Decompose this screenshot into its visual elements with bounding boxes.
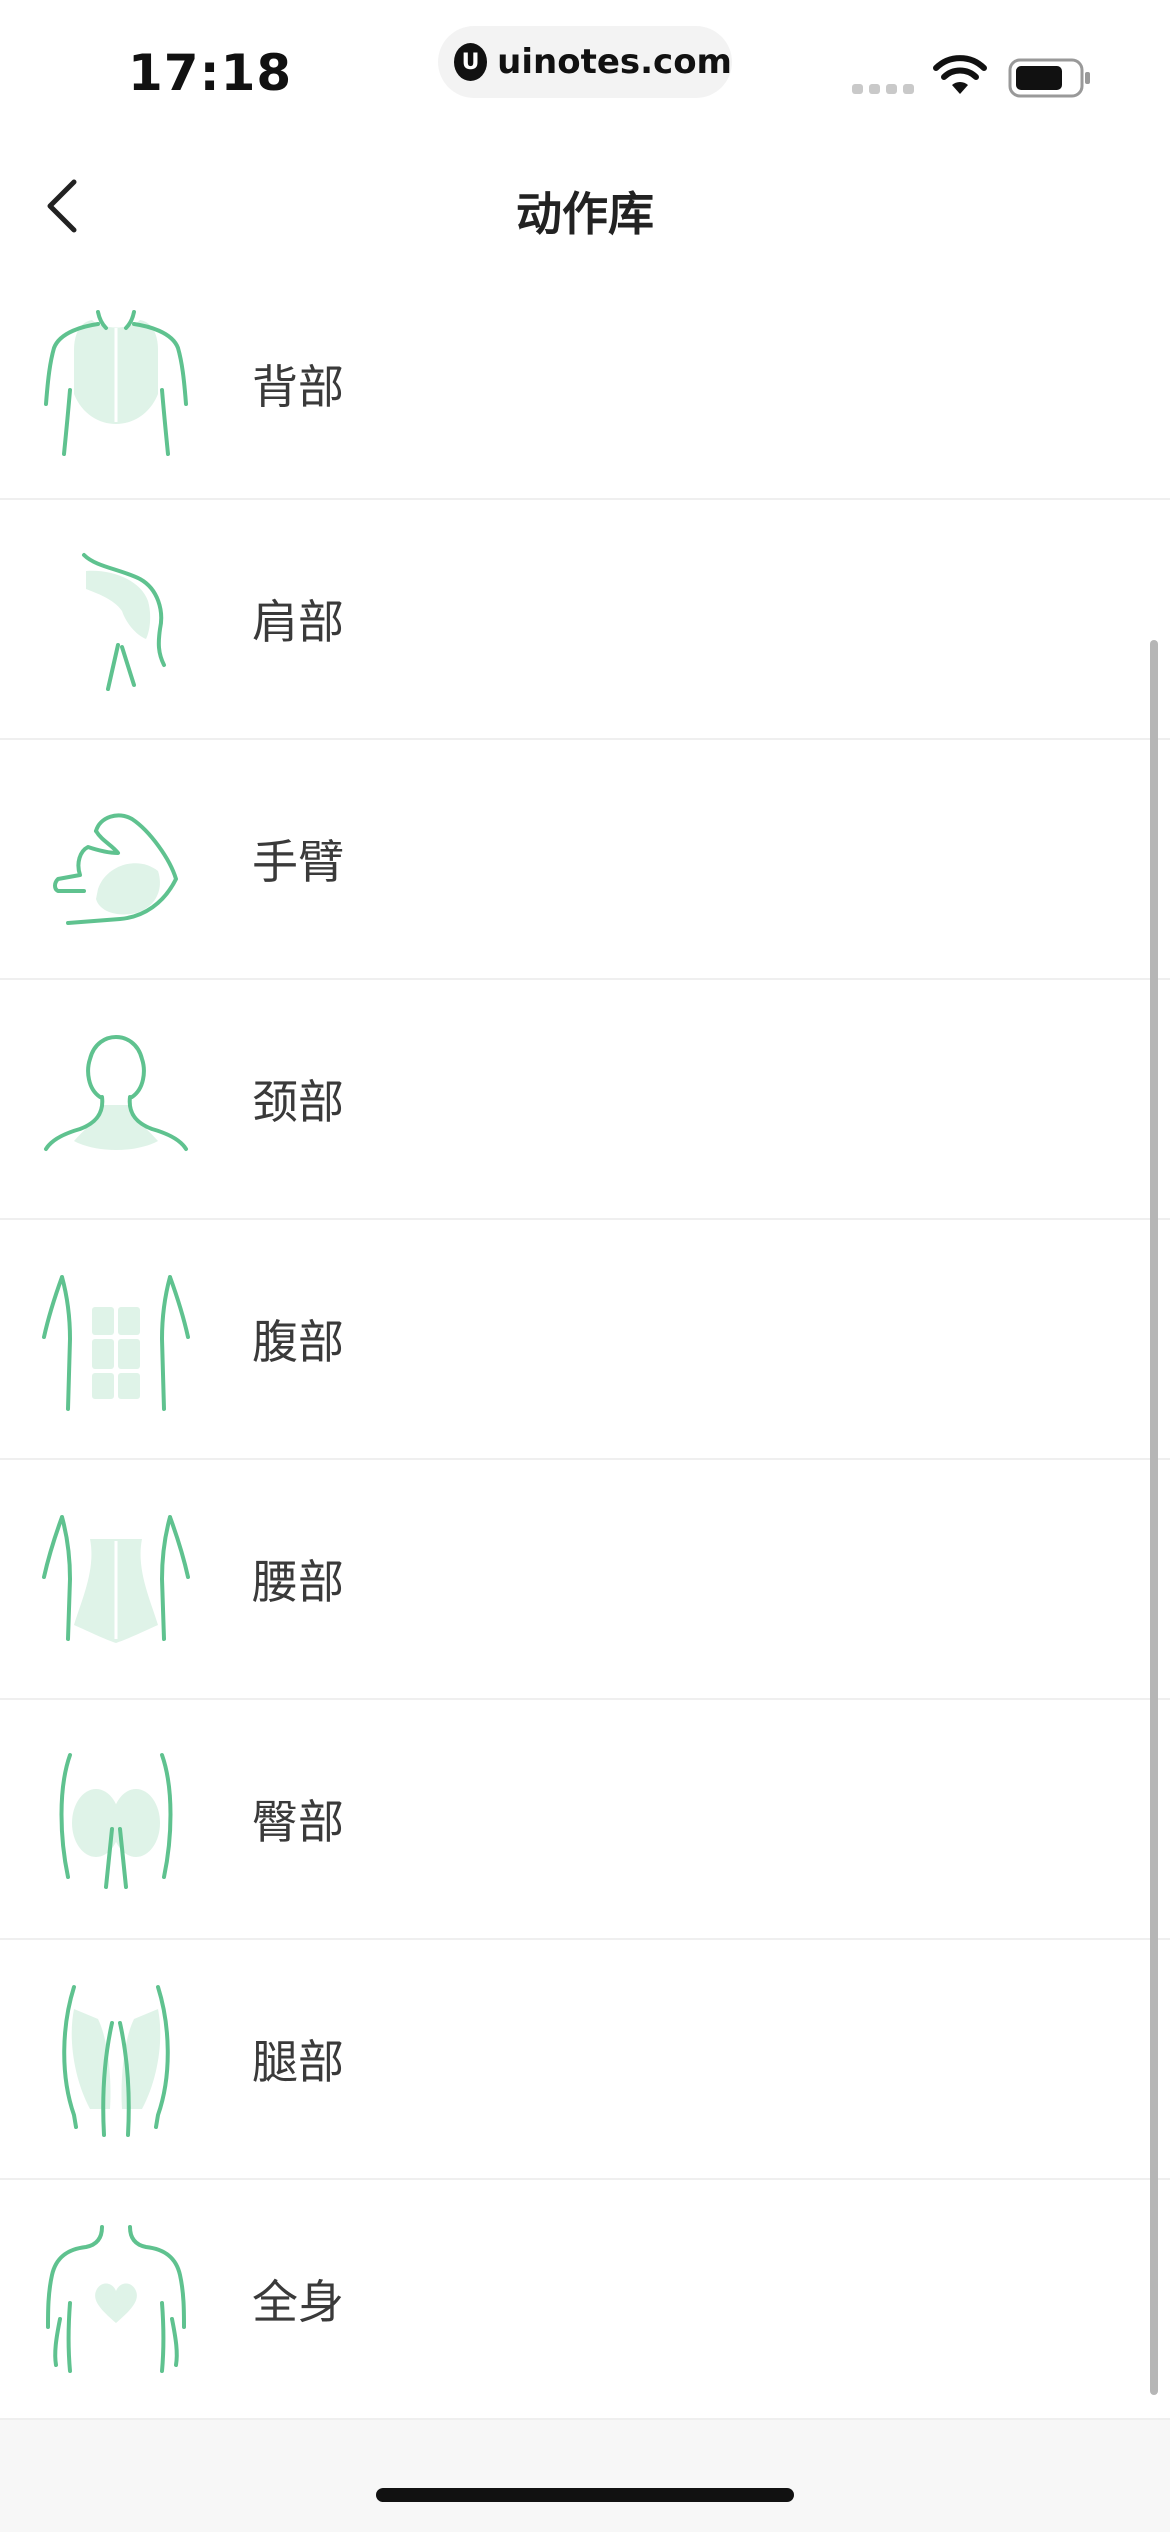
list-item-label: 臀部 — [252, 1795, 344, 1849]
home-indicator[interactable] — [376, 2488, 794, 2502]
list-item-neck[interactable]: 颈部 — [0, 980, 1170, 1220]
list-item-back[interactable]: 背部 — [0, 270, 1170, 500]
list-item-label: 背部 — [252, 360, 344, 414]
category-list: 背部 肩部 手臂 颈部 腹部 腰部 臀部 腿部 全身 — [0, 270, 1170, 2420]
list-item-shoulder[interactable]: 肩部 — [0, 500, 1170, 740]
abdomen-muscle-icon — [40, 1259, 192, 1419]
full-body-icon — [40, 2219, 192, 2379]
list-item-label: 肩部 — [252, 595, 344, 649]
list-item-label: 腹部 — [252, 1315, 344, 1369]
list-item-label: 全身 — [252, 2275, 344, 2329]
list-item-glute[interactable]: 臀部 — [0, 1700, 1170, 1940]
url-pill[interactable]: U uinotes.com — [438, 26, 732, 98]
list-item-abdomen[interactable]: 腹部 — [0, 1220, 1170, 1460]
leg-muscle-icon — [40, 1979, 192, 2139]
list-item-label: 腿部 — [252, 2035, 344, 2089]
neck-muscle-icon — [40, 1019, 192, 1179]
list-item-label: 腰部 — [252, 1555, 344, 1609]
list-item-label: 颈部 — [252, 1075, 344, 1129]
status-bar: 17:18 U uinotes.com — [0, 0, 1170, 130]
list-item-label: 手臂 — [252, 835, 344, 889]
arm-muscle-icon — [40, 779, 192, 939]
waist-muscle-icon — [40, 1499, 192, 1659]
status-time: 17:18 — [128, 44, 293, 102]
list-item-waist[interactable]: 腰部 — [0, 1460, 1170, 1700]
list-footer — [0, 2420, 1170, 2532]
scrollbar[interactable] — [1150, 640, 1158, 2395]
shoulder-muscle-icon — [40, 539, 192, 699]
battery-icon — [1008, 58, 1090, 98]
site-logo-icon: U — [454, 43, 488, 81]
list-item-full-body[interactable]: 全身 — [0, 2180, 1170, 2420]
glute-muscle-icon — [40, 1739, 192, 1899]
nav-bar: 动作库 — [0, 140, 1170, 270]
page-title: 动作库 — [516, 187, 654, 241]
wifi-icon — [933, 55, 987, 94]
back-muscle-icon — [40, 304, 192, 464]
url-text: uinotes.com — [497, 42, 732, 82]
list-item-arm[interactable]: 手臂 — [0, 740, 1170, 980]
list-item-leg[interactable]: 腿部 — [0, 1940, 1170, 2180]
cellular-signal-icon — [852, 84, 914, 94]
